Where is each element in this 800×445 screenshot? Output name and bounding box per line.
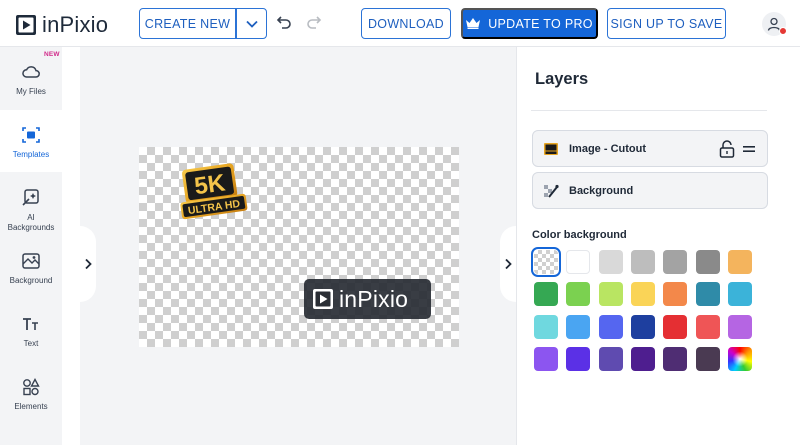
notification-dot — [779, 27, 787, 35]
color-swatch[interactable] — [727, 250, 752, 274]
color-swatch[interactable] — [598, 282, 623, 307]
color-swatch[interactable] — [566, 314, 591, 339]
create-new-dropdown[interactable] — [236, 8, 267, 39]
sidebar-label: Templates — [12, 150, 50, 159]
collapse-panel-handle[interactable] — [500, 226, 516, 302]
undo-icon[interactable] — [276, 14, 292, 30]
left-sidebar: NEW My Files Templates AI Backgrounds Ba… — [0, 47, 62, 445]
templates-icon — [22, 127, 40, 143]
color-swatch[interactable] — [630, 250, 655, 274]
sidebar-label: Text — [23, 339, 39, 348]
watermark-text: inPixio — [339, 285, 409, 312]
sidebar-item-ai-backgrounds[interactable]: AI Backgrounds — [0, 173, 62, 235]
layer-background[interactable]: Background — [532, 172, 768, 209]
color-swatch[interactable] — [534, 282, 558, 307]
color-swatch[interactable] — [566, 346, 591, 371]
download-button[interactable]: DOWNLOAD — [361, 8, 451, 39]
expand-sidebar-handle[interactable] — [80, 226, 96, 302]
ai-background-icon — [22, 189, 39, 206]
shapes-icon — [23, 378, 40, 396]
color-swatch[interactable] — [630, 346, 655, 371]
new-badge: NEW — [44, 51, 60, 58]
layers-panel — [516, 47, 800, 445]
color-swatch[interactable] — [598, 346, 623, 371]
color-swatch[interactable] — [663, 346, 688, 371]
color-swatch[interactable] — [534, 346, 558, 371]
color-swatch[interactable] — [695, 282, 720, 307]
color-swatch[interactable] — [727, 282, 752, 307]
sidebar-item-my-files[interactable]: NEW My Files — [0, 47, 62, 109]
sidebar-label: AI Backgrounds — [7, 213, 55, 232]
color-swatch[interactable] — [534, 314, 558, 339]
text-icon — [23, 318, 38, 330]
color-swatch[interactable] — [531, 247, 561, 277]
divider — [531, 110, 767, 111]
logo-text: inPixio — [42, 12, 109, 37]
sidebar-gap — [62, 47, 80, 445]
sidebar-item-elements[interactable]: Elements — [0, 362, 62, 424]
color-swatch[interactable] — [566, 250, 591, 274]
drag-handle-icon[interactable] — [743, 144, 755, 154]
sticker-big-text: 5K — [193, 169, 228, 200]
play-logo-icon — [313, 289, 333, 309]
color-swatch[interactable] — [566, 282, 591, 307]
update-to-pro-label: UPDATE TO PRO — [488, 16, 593, 31]
sidebar-label: Background — [9, 276, 53, 285]
color-swatch[interactable] — [663, 314, 688, 339]
play-logo-icon — [16, 15, 36, 35]
chevron-down-icon — [245, 20, 258, 28]
layer-label: Background — [569, 184, 634, 197]
sidebar-label: Elements — [14, 402, 48, 411]
redo-icon[interactable] — [306, 14, 322, 30]
transparent-brush-icon — [544, 184, 559, 198]
sidebar-label: My Files — [16, 87, 46, 96]
inpixio-watermark[interactable]: inPixio — [304, 279, 431, 319]
create-new-button[interactable]: CREATE NEW — [139, 8, 236, 39]
layers-title: Layers — [535, 70, 589, 88]
sidebar-item-templates[interactable]: Templates — [0, 110, 62, 172]
user-avatar[interactable] — [762, 12, 787, 36]
chevron-right-icon — [85, 258, 92, 270]
sidebar-item-text[interactable]: Text — [0, 299, 62, 361]
color-swatch[interactable] — [598, 250, 623, 274]
background-icon — [22, 253, 40, 269]
app-logo[interactable]: inPixio — [16, 12, 108, 38]
crown-icon — [466, 18, 481, 29]
color-swatch[interactable] — [663, 250, 688, 274]
top-header: inPixio CREATE NEW DOWNLOAD UPDATE TO PR… — [0, 0, 800, 47]
sign-up-button[interactable]: SIGN UP TO SAVE — [607, 8, 726, 39]
layer-label: Image - Cutout — [569, 142, 646, 155]
color-swatch[interactable] — [630, 314, 655, 339]
cloud-icon — [22, 66, 40, 78]
color-swatch[interactable] — [695, 314, 720, 339]
color-background-title: Color background — [532, 229, 627, 241]
color-swatch[interactable] — [630, 282, 655, 307]
color-swatch[interactable] — [727, 314, 752, 339]
chevron-right-icon — [505, 258, 512, 270]
sidebar-item-background[interactable]: Background — [0, 236, 62, 298]
image-thumbnail-icon — [544, 142, 558, 155]
color-swatch[interactable] — [695, 346, 720, 371]
update-to-pro-button[interactable]: UPDATE TO PRO — [461, 8, 598, 39]
layer-image-cutout[interactable]: Image - Cutout — [532, 130, 768, 167]
color-swatch[interactable] — [695, 250, 720, 274]
5k-ultra-hd-sticker[interactable]: 5K ULTRA HD — [176, 162, 250, 224]
custom-color-picker[interactable] — [727, 346, 752, 371]
color-swatch[interactable] — [663, 282, 688, 307]
unlock-icon[interactable] — [719, 140, 735, 158]
color-swatch[interactable] — [598, 314, 623, 339]
